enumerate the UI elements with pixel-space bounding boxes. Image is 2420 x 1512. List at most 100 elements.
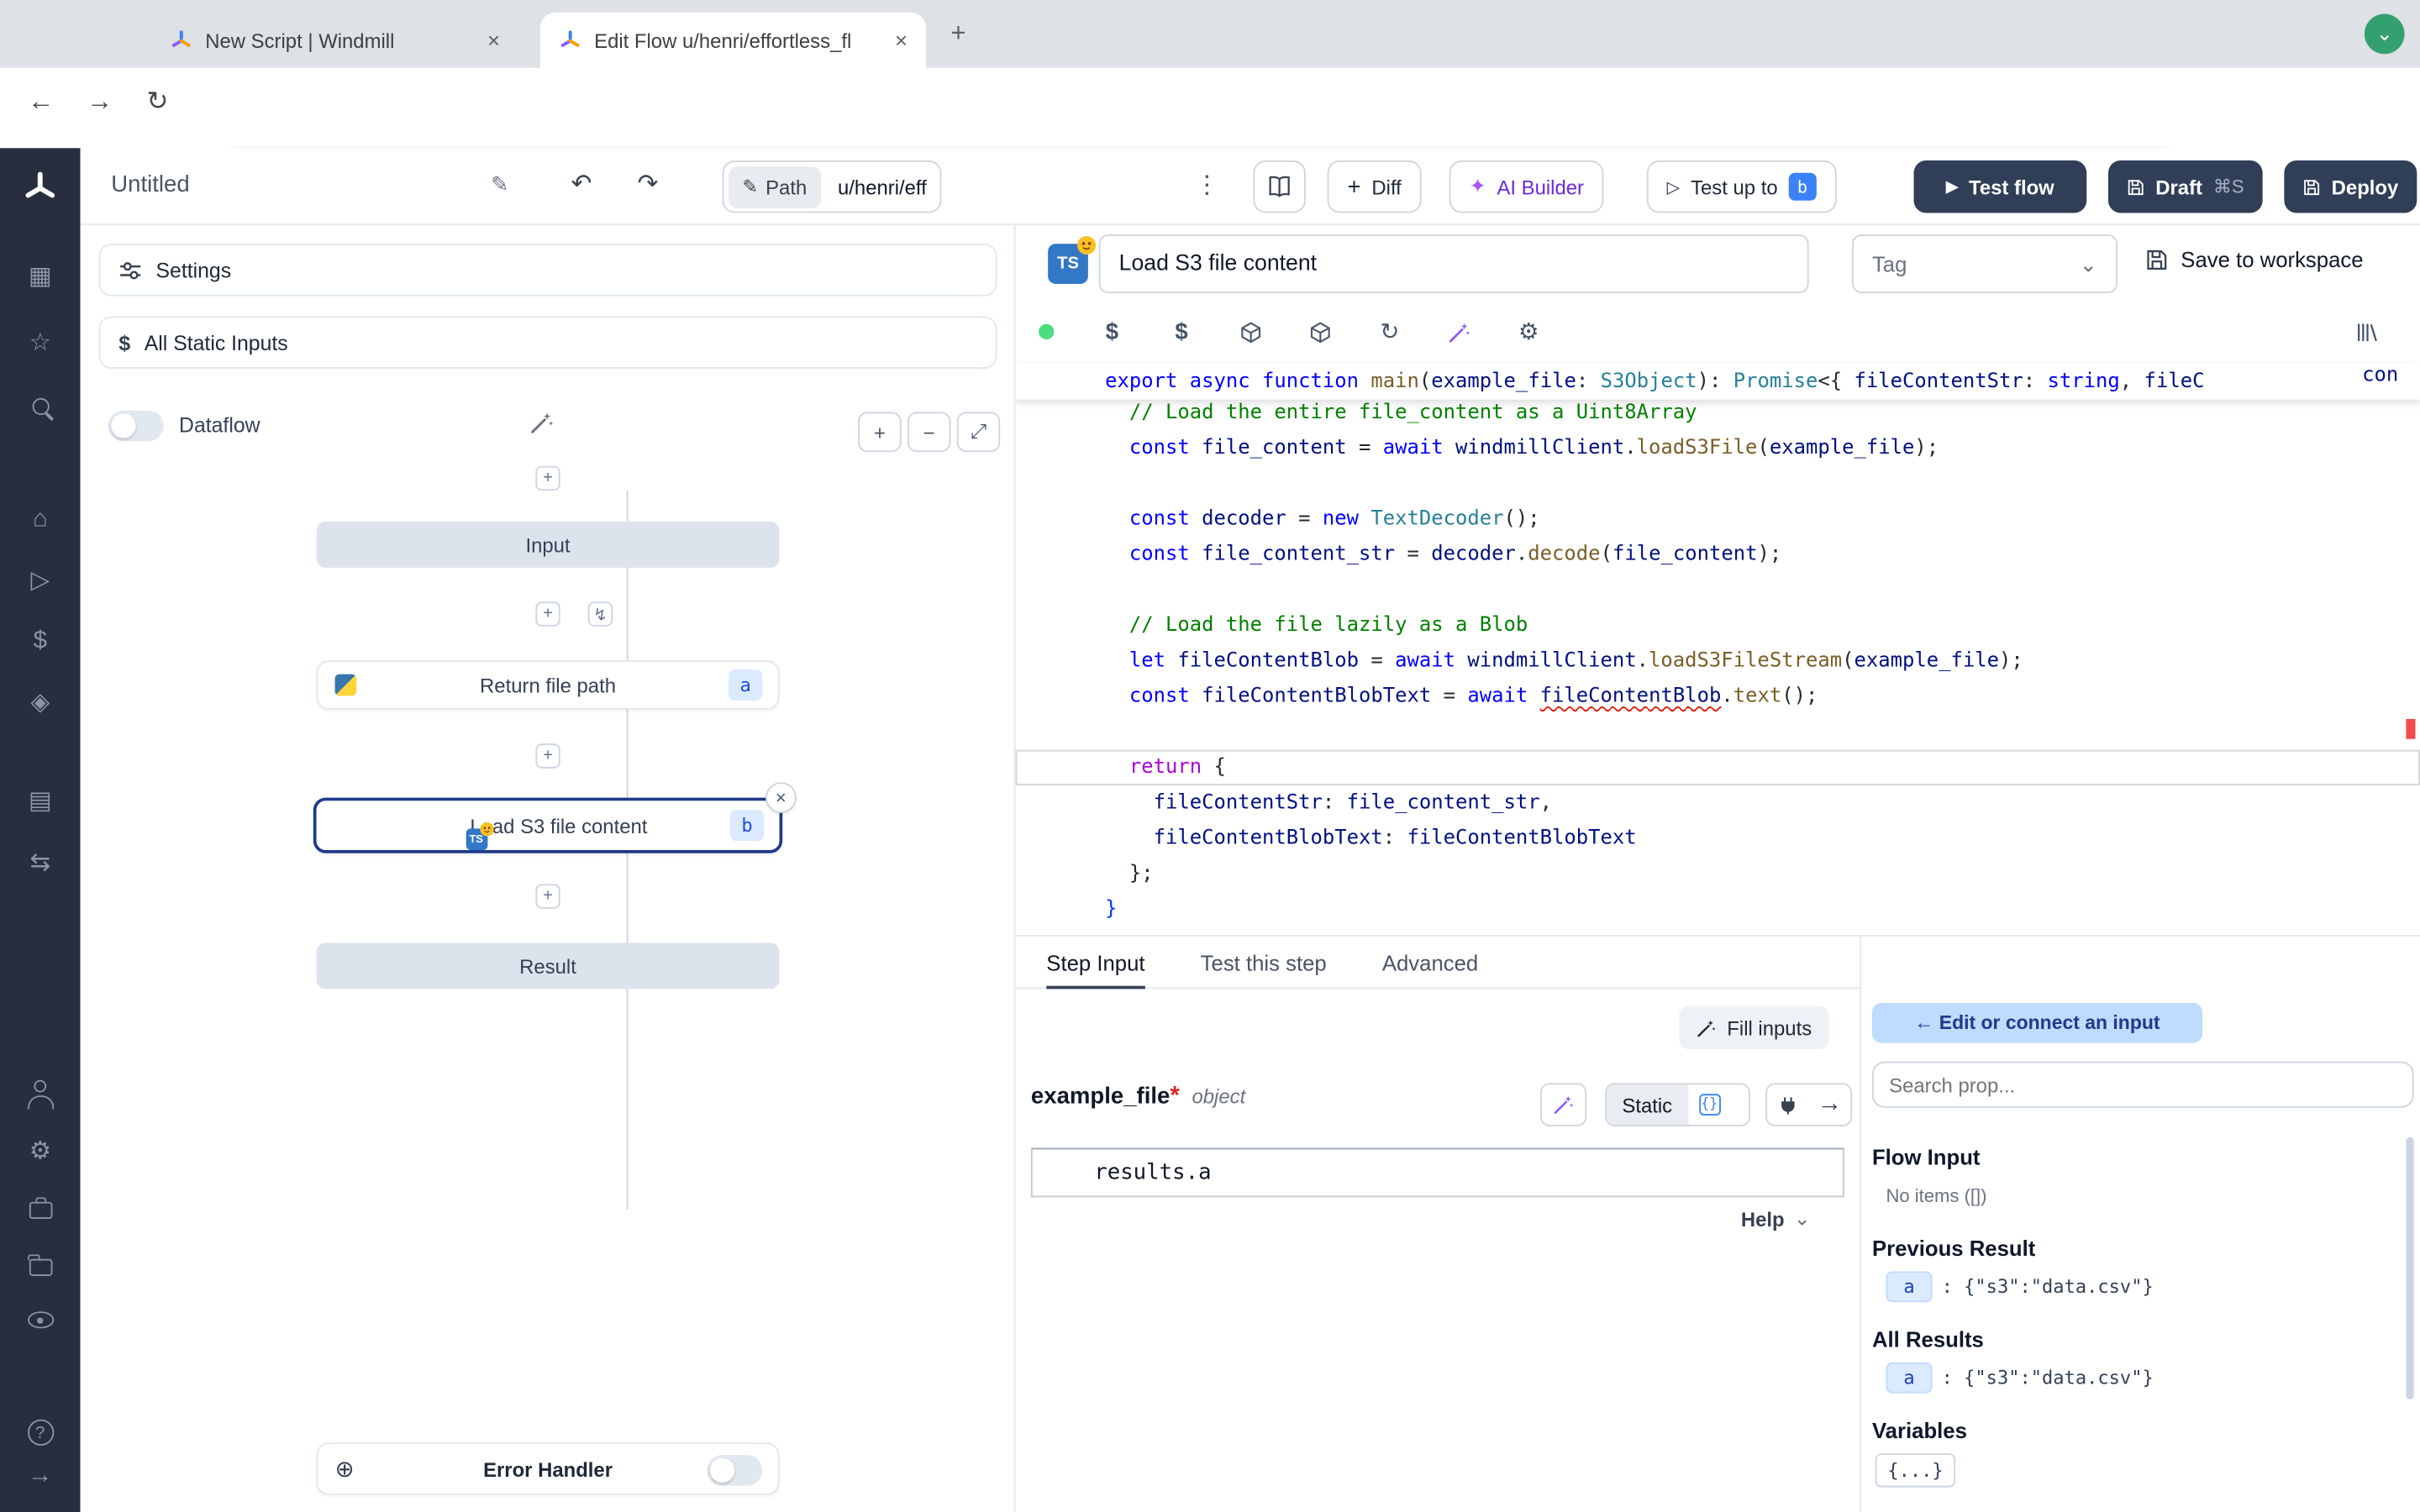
library-icon[interactable] [2332,320,2402,344]
settings-bar[interactable]: Settings [99,244,997,296]
step-title-input[interactable] [1099,234,1809,293]
variables-icon[interactable]: $ [0,629,81,654]
tab-search-chevron-button[interactable]: ⌄ [2365,14,2405,55]
ai-wand-icon[interactable] [529,411,554,435]
test-up-to-button[interactable]: ▷ Test up to b [1647,160,1837,213]
dataflow-toggle[interactable] [108,411,164,442]
workers-icon[interactable] [0,1197,81,1219]
ai-wand-icon[interactable] [1424,320,1494,344]
package-icon[interactable] [1216,320,1286,344]
save-to-workspace-button[interactable]: Save to workspace [2145,247,2364,271]
arrow-right-icon[interactable]: → [1809,1084,1851,1125]
browser-tab-edit-flow[interactable]: Edit Flow u/henri/effortless_fl × [540,13,926,68]
tab-advanced[interactable]: Advanced [1382,936,1478,988]
undo-icon[interactable]: ↶ [571,168,592,199]
expression-mode-option[interactable]: {} [1687,1084,1730,1125]
resources-dollar-icon[interactable]: $ [1147,318,1217,344]
forward-icon[interactable]: → [87,87,113,118]
zoom-out-button[interactable]: − [908,412,950,452]
reload-icon[interactable]: ↻ [1355,318,1425,345]
step-node-a[interactable]: Return file path a [317,660,780,710]
connect-group[interactable]: → [1765,1083,1852,1126]
arg-value-text: results.a [1094,1160,1211,1184]
code-line: const file_content_str = decoder.decode(… [1016,537,2420,572]
prop-scrollbar[interactable] [2406,1137,2413,1399]
variables-dollar-icon[interactable]: $ [1077,318,1147,344]
docs-button[interactable] [1253,160,1305,213]
new-tab-button[interactable]: + [950,18,965,50]
back-icon[interactable]: ← [28,87,54,118]
search-icon[interactable] [0,398,81,415]
apps-icon[interactable]: ▦ [0,265,81,290]
insert-step-button[interactable]: + [535,466,560,491]
input-mode-toggle[interactable]: Static {} [1605,1083,1750,1126]
variables-item[interactable]: {...} [1876,1453,1956,1487]
error-handler-toggle[interactable] [707,1455,762,1486]
tag-select[interactable]: Tag ⌄ [1852,234,2118,293]
insert-trigger-button[interactable]: ↯ [588,601,613,626]
play-solid-icon: ▶ [1946,178,1958,195]
all-results-item[interactable]: a : {"s3":"data.csv"} [1886,1362,2153,1394]
tab-close-icon[interactable]: × [487,28,500,52]
user-icon[interactable] [0,1083,81,1092]
folders-icon[interactable] [0,1254,81,1276]
code-editor[interactable]: con export async function main(example_f… [1016,358,2420,935]
favorites-icon[interactable]: ☆ [0,332,81,356]
draft-button[interactable]: Draft ⌘S [2108,160,2263,213]
browser-tab-new-script[interactable]: New Script | Windmill × [151,13,518,68]
reload-icon[interactable]: ↻ [146,87,168,118]
schedules-icon[interactable]: ▤ [0,790,81,814]
delete-step-button[interactable]: × [765,782,797,813]
help-icon[interactable]: ? [0,1420,81,1446]
all-static-inputs-bar[interactable]: $ All Static Inputs [99,317,997,369]
result-badge[interactable]: a [1886,1362,1932,1394]
deploy-button[interactable]: Deploy [2284,160,2417,213]
insert-step-button[interactable]: + [535,601,560,626]
fit-view-button[interactable]: ⤢ [957,412,1000,452]
help-toggle[interactable]: Help ⌄ [1741,1206,1811,1231]
settings-icon[interactable]: ⚙ [0,1140,81,1164]
draft-shortcut: ⌘S [2213,176,2244,197]
generate-input-wand-button[interactable] [1540,1083,1586,1126]
static-mode-option[interactable]: Static [1607,1084,1687,1125]
insert-step-button[interactable]: + [535,743,560,768]
insert-step-button[interactable]: + [535,884,560,908]
arg-value-input[interactable]: results.a [1031,1148,1844,1198]
fill-inputs-button[interactable]: Fill inputs [1679,1006,1828,1049]
test-flow-button[interactable]: ▶ Test flow [1914,160,2087,213]
runs-icon[interactable]: ▷ [0,570,81,594]
package-icon[interactable] [1286,320,1355,344]
result-badge[interactable]: a [1886,1271,1932,1302]
variables-badge[interactable]: {...} [1876,1453,1956,1487]
edit-title-pencil-icon[interactable]: ✎ [491,171,509,197]
tab-test-this-step[interactable]: Test this step [1201,936,1327,988]
previous-result-item[interactable]: a : {"s3":"data.csv"} [1886,1271,2153,1302]
editor-settings-gear-icon[interactable]: ⚙ [1494,318,1564,345]
home-icon[interactable]: ⌂ [0,507,81,532]
editor-icon-row: $ $ ↻ ⚙ [1016,306,2420,358]
tab-close-icon[interactable]: × [895,28,908,52]
input-node[interactable]: Input [317,522,780,568]
flow-title[interactable]: Untitled [111,171,189,197]
zoom-in-button[interactable]: + [858,412,901,452]
collapse-sidebar-icon[interactable]: → [0,1464,81,1488]
step-node-b-selected[interactable]: TS Load S3 file content b [313,798,782,853]
prop-search-input[interactable] [1872,1062,2414,1108]
connect-input-banner[interactable]: ← Edit or connect an input [1872,1003,2202,1043]
tab-step-input[interactable]: Step Input [1046,936,1144,988]
redo-icon[interactable]: ↷ [638,168,659,199]
triggers-icon[interactable]: ⇆ [0,852,81,876]
resources-icon[interactable]: ◈ [0,691,81,716]
audit-logs-icon[interactable] [0,1311,81,1328]
diff-button[interactable]: + Diff [1328,160,1422,213]
path-button[interactable]: ✎ Path u/henri/eff [723,160,943,213]
ai-builder-button[interactable]: ✦ AI Builder [1449,160,1604,213]
result-node[interactable]: Result [317,942,780,989]
browser-tab-strip: New Script | Windmill × Edit Flow u/henr… [0,0,2420,68]
error-handler-label: Error Handler [483,1457,613,1481]
windmill-logo[interactable] [22,170,59,207]
plug-icon[interactable] [1767,1084,1809,1125]
error-handler-bar[interactable]: ⊕ Error Handler [317,1442,780,1494]
draft-label: Draft [2155,175,2202,198]
more-options-icon[interactable]: ⋮ [1195,170,1219,201]
